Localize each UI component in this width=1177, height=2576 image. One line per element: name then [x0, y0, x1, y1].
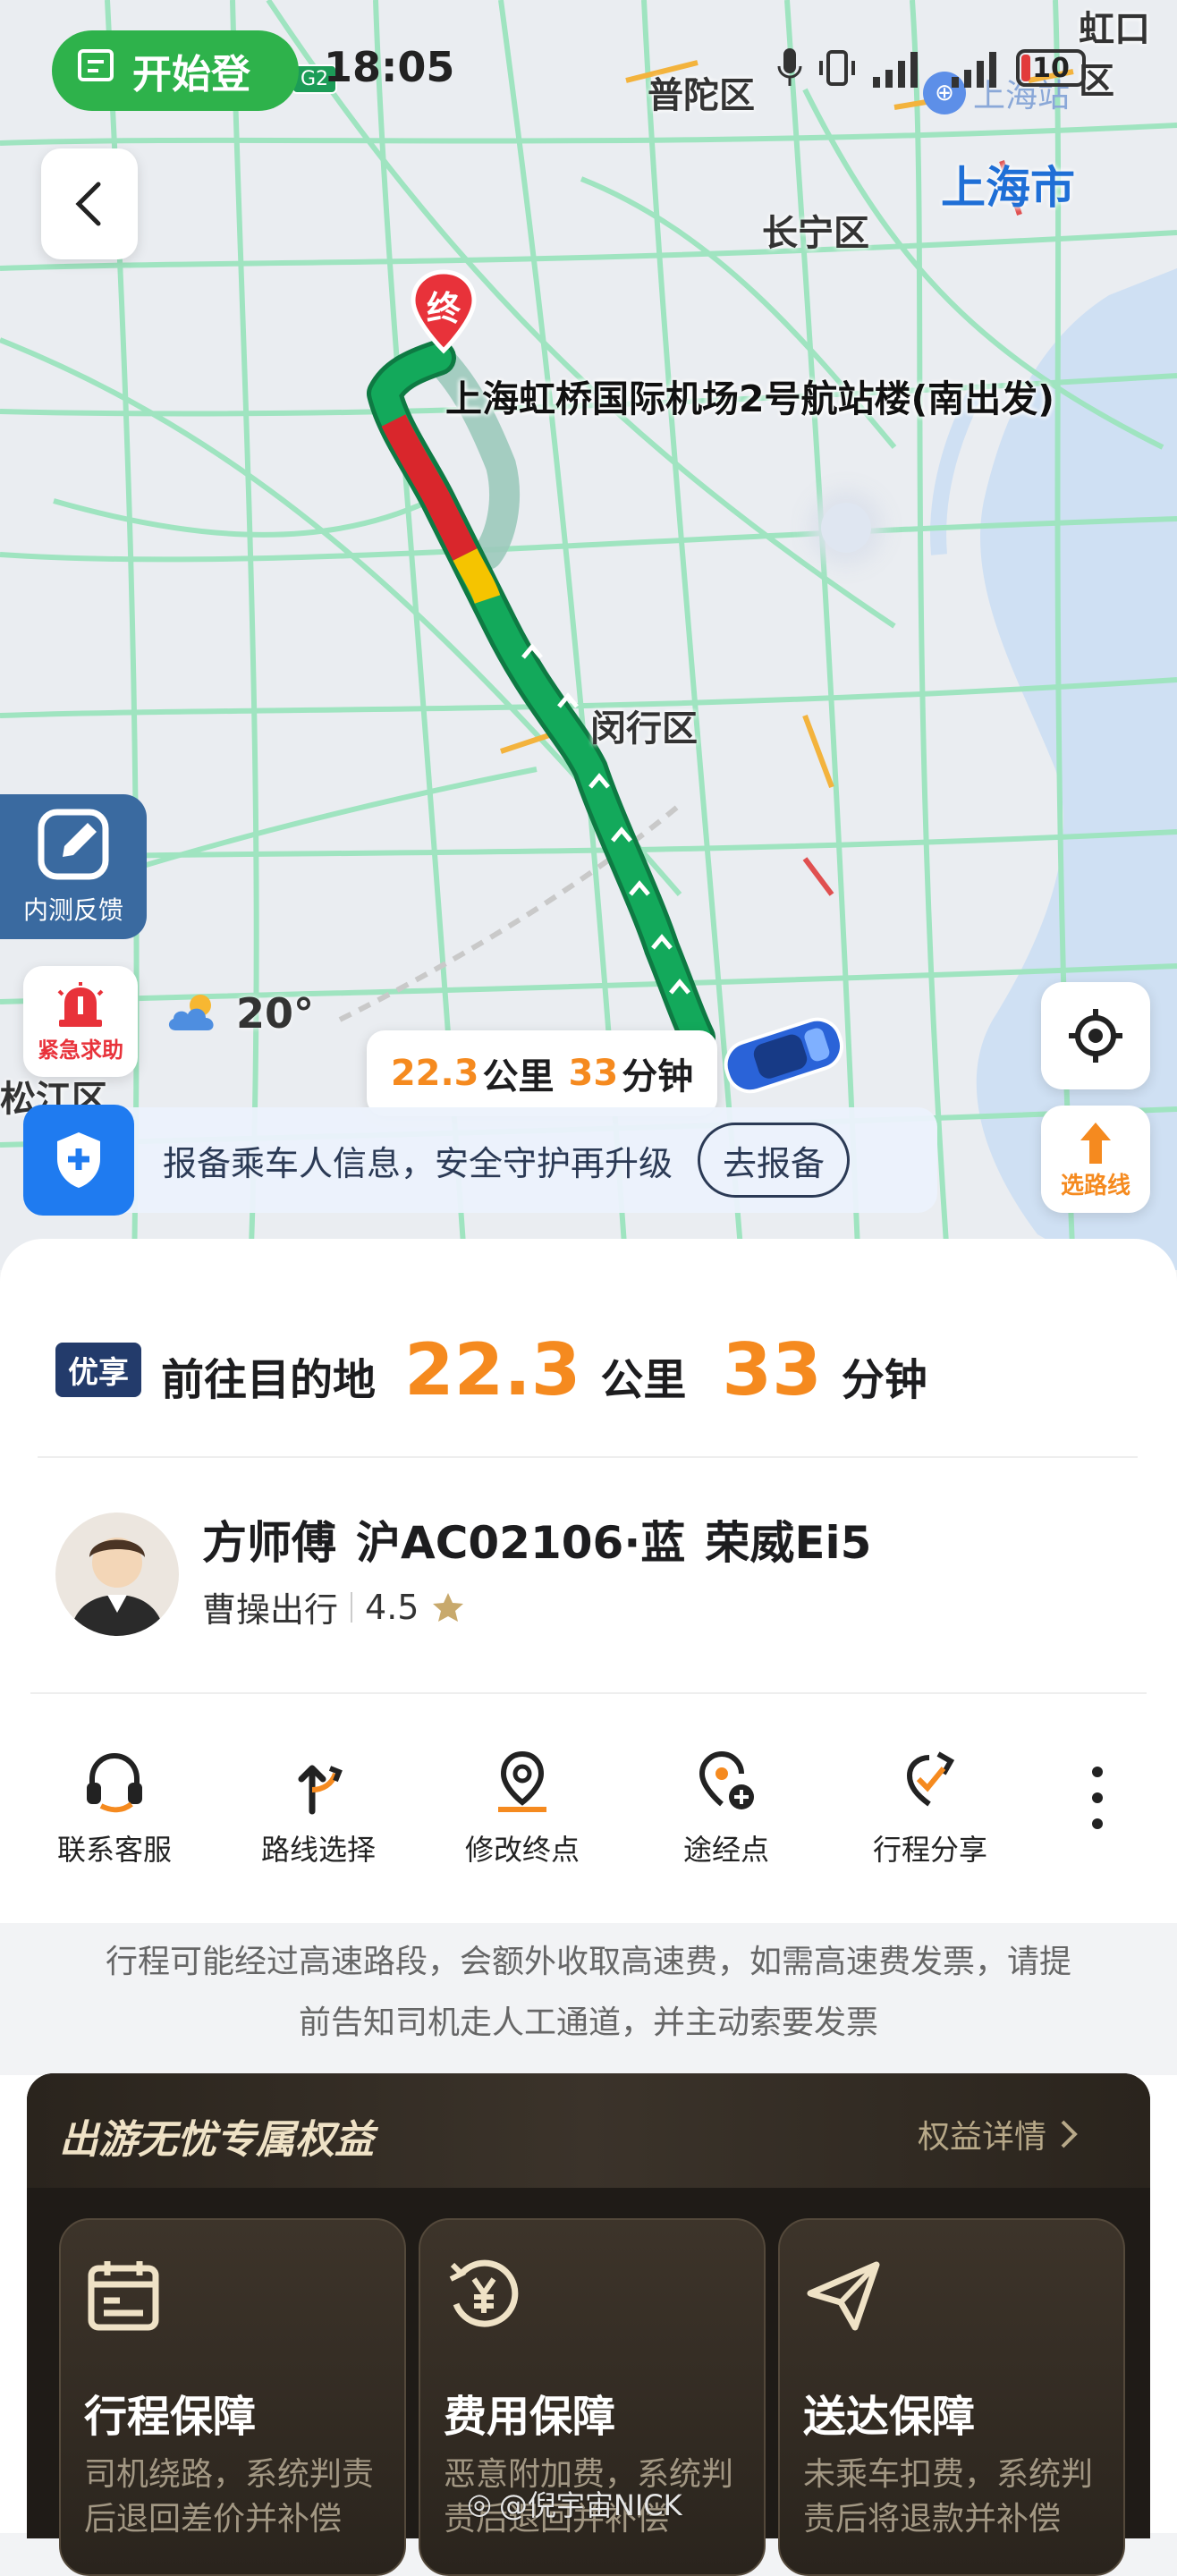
toll-notice: 行程可能经过高速路段，会额外收取高速费，如需高速费发票，请提 前告知司机走人工通…: [0, 1923, 1177, 2075]
trip-heading: 优享 前往目的地 22.3 公里 33 分钟: [55, 1328, 927, 1411]
benefit-card-delivery[interactable]: 送达保障 未乘车扣费，系统判 责后将退款并补偿: [778, 2218, 1125, 2576]
watermark: ◎ @倪宇宙NICK: [467, 2487, 682, 2522]
share-icon: [906, 1751, 955, 1807]
chevron-left-icon: [75, 182, 101, 226]
microphone-icon: [777, 48, 802, 86]
chevron-right-icon: [1061, 2120, 1078, 2148]
itinerary-icon: [88, 2261, 159, 2331]
select-route-button[interactable]: 选路线: [1041, 1106, 1150, 1213]
divider: [38, 1456, 1138, 1458]
paper-plane-icon: [807, 2261, 880, 2331]
location-pin-icon: [498, 1750, 546, 1812]
screen-record-pill[interactable]: 开始登: [52, 30, 299, 111]
car-icon: [724, 1017, 843, 1094]
more-icon[interactable]: [1084, 1767, 1111, 1829]
weather-widget: 20°: [165, 989, 314, 1038]
yuan-refund-icon: [449, 2259, 519, 2327]
share-trip-action[interactable]: 行程分享: [848, 1749, 1012, 1868]
benefits-details-link[interactable]: 权益详情: [918, 2111, 1079, 2157]
waypoint-add-icon: [699, 1751, 754, 1809]
route-choice-action[interactable]: 路线选择: [236, 1749, 401, 1868]
back-button[interactable]: [41, 148, 138, 259]
beta-feedback-button[interactable]: 内测反馈: [0, 794, 147, 939]
signal-icon: [873, 52, 918, 88]
edit-icon: [38, 809, 109, 880]
weibo-icon: ◎: [467, 2487, 492, 2521]
map-view[interactable]: 普陀区 长宁区 上海市 闵行区 松江区 虹口区 ⊕ 上海站 G2 开始登 18:…: [0, 0, 1177, 1270]
district-putuo: 普陀区: [648, 75, 755, 116]
contact-support-action[interactable]: 联系客服: [32, 1749, 197, 1868]
shield-icon: [23, 1105, 134, 1216]
locate-me-button[interactable]: [1041, 982, 1150, 1089]
blurred-marker: [821, 503, 871, 553]
crosshair-icon: [1069, 1009, 1122, 1063]
report-button[interactable]: 去报备: [698, 1123, 851, 1198]
sos-button[interactable]: 紧急求助: [23, 966, 138, 1077]
status-time: 18:05: [324, 43, 455, 91]
safety-banner[interactable]: 报备乘车人信息，安全守护再升级 去报备: [23, 1105, 937, 1216]
headset-icon: [87, 1752, 142, 1813]
star-icon: [433, 1592, 464, 1622]
district-changning: 长宁区: [762, 213, 869, 254]
driver-info: 方师傅 沪AC02106·蓝 荣威Ei5: [202, 1517, 872, 1569]
service-badge: 优享: [55, 1343, 141, 1397]
partly-cloudy-icon: [168, 995, 214, 1030]
destination-marker[interactable]: 终: [410, 268, 478, 354]
route-fork-icon: [298, 1765, 343, 1815]
alarm-siren-icon: [57, 981, 104, 1027]
benefits-title: 出游无忧专属权益: [59, 2117, 374, 2163]
divider: [30, 1692, 1147, 1694]
district-hongkou: 虹口区: [1079, 9, 1150, 102]
action-row: 联系客服 路线选择 修改终点 途经点 行程分享: [32, 1749, 1141, 1874]
vibrate-icon: [819, 50, 855, 86]
district-minhang: 闵行区: [590, 708, 698, 750]
change-destination-action[interactable]: 修改终点: [440, 1749, 605, 1868]
destination-label: 上海虹桥国际机场2号航站楼(南出发): [445, 377, 1055, 420]
driver-avatar[interactable]: [55, 1513, 179, 1636]
waypoint-action[interactable]: 途经点: [644, 1749, 809, 1868]
driver-meta: 曹操出行 4.5: [202, 1582, 465, 1631]
status-icons: 10: [776, 47, 1086, 89]
avatar-icon: [70, 1538, 165, 1636]
battery-icon: 10: [1016, 49, 1086, 87]
record-icon: [75, 46, 116, 97]
benefit-card-itinerary[interactable]: 行程保障 司机绕路，系统判责 后退回差价并补偿: [59, 2218, 406, 2576]
arrow-up-icon: [1080, 1122, 1111, 1164]
district-shanghai-city: 上海市: [941, 162, 1075, 214]
car-marker: [712, 1005, 855, 1107]
signal-2-icon: [952, 52, 996, 88]
route-info-bubble: 22.3 公里 33 分钟: [367, 1030, 717, 1116]
